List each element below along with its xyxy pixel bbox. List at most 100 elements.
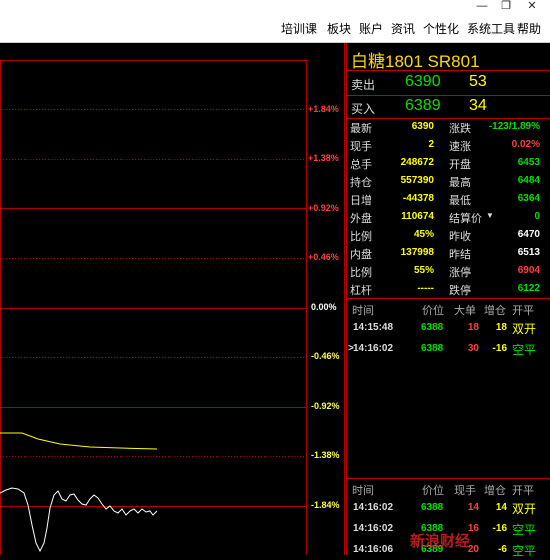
y-label-6: -0.46% bbox=[311, 351, 340, 361]
field-label: 最新 bbox=[350, 123, 372, 135]
cell-qty: 14 bbox=[467, 502, 479, 513]
cell-price: 6388 bbox=[421, 502, 444, 513]
menu-system-tools[interactable]: 系统工具 bbox=[467, 20, 515, 37]
y-label-7: -0.92% bbox=[311, 401, 340, 411]
field-value: 248672 bbox=[400, 157, 434, 168]
menu-account[interactable]: 账户 bbox=[359, 20, 383, 37]
y-label-zero: 0.00% bbox=[311, 302, 337, 312]
cell-qty: 18 bbox=[467, 322, 479, 333]
menu-news[interactable]: 资讯 bbox=[391, 20, 415, 37]
field-value: 6904 bbox=[517, 265, 540, 276]
field-value: 6470 bbox=[517, 229, 540, 240]
field-value: -44378 bbox=[402, 193, 434, 204]
field-label: 昨收 bbox=[449, 231, 471, 243]
cell-chg: 14 bbox=[495, 502, 507, 513]
column-header: 大单 bbox=[454, 305, 476, 317]
y-label-2: +1.38% bbox=[308, 153, 339, 163]
cell-time: 14:16:02 bbox=[353, 343, 394, 354]
column-header: 开平 bbox=[512, 305, 534, 317]
field-label: 跌停 bbox=[449, 285, 471, 297]
cell-qty: 30 bbox=[467, 343, 479, 354]
column-header: 现手 bbox=[454, 485, 476, 497]
contract-title: 白糖1801 SR801 bbox=[351, 52, 480, 71]
y-label-1: +1.84% bbox=[308, 104, 339, 114]
column-header: 开平 bbox=[512, 485, 534, 497]
field-value: 0 bbox=[534, 211, 540, 222]
y-label-4: +0.46% bbox=[308, 252, 339, 262]
field-label: 涨停 bbox=[449, 267, 471, 279]
cell-type: 空平 bbox=[512, 523, 537, 537]
cell-type: 空平 bbox=[512, 544, 537, 558]
cell-chg: 18 bbox=[495, 322, 507, 333]
field-label: 外盘 bbox=[350, 213, 372, 225]
divider bbox=[347, 118, 550, 119]
watermark-logo: 新浪财经 bbox=[410, 533, 471, 550]
field-label: 比例 bbox=[350, 267, 372, 279]
price-line bbox=[0, 487, 158, 553]
menu-help[interactable]: 帮助 bbox=[517, 20, 541, 37]
cell-chg: -16 bbox=[492, 343, 507, 354]
field-label: 开盘 bbox=[449, 159, 471, 171]
cell-time: 14:15:48 bbox=[353, 322, 394, 333]
field-value: ----- bbox=[417, 283, 434, 294]
field-value: -123/1.89% bbox=[488, 121, 540, 132]
field-value: 6364 bbox=[517, 193, 540, 204]
field-label: 比例 bbox=[350, 231, 372, 243]
divider bbox=[347, 95, 550, 96]
divider bbox=[347, 298, 550, 299]
field-value: 0.02% bbox=[511, 139, 540, 150]
field-label: 杠杆 bbox=[350, 285, 372, 297]
field-label: 现手 bbox=[350, 141, 372, 153]
cell-chg: -6 bbox=[498, 544, 507, 555]
field-value: 55% bbox=[413, 265, 434, 276]
cell-type: 双开 bbox=[512, 502, 537, 516]
field-value: 557390 bbox=[400, 175, 434, 186]
cell-type: 双开 bbox=[512, 322, 537, 336]
field-value: 2 bbox=[428, 139, 434, 150]
field-value: 6513 bbox=[517, 247, 540, 258]
menu-sectors[interactable]: 板块 bbox=[327, 20, 351, 37]
minimize-icon[interactable]: — bbox=[472, 0, 492, 14]
y-label-9: -1.84% bbox=[311, 500, 340, 510]
field-label: 持仓 bbox=[350, 177, 372, 189]
sell-volume: 53 bbox=[469, 73, 487, 90]
divider bbox=[347, 478, 550, 479]
field-value: 6122 bbox=[517, 283, 540, 294]
column-header: 增仓 bbox=[484, 485, 506, 497]
field-value: 110674 bbox=[401, 211, 434, 222]
field-label: 内盘 bbox=[350, 249, 372, 261]
quote-panel: 白糖1801 SR801 卖出 6390 53 买入 6389 34 最新 639… bbox=[346, 43, 550, 558]
buy-price[interactable]: 6389 bbox=[405, 97, 441, 115]
field-value: 137998 bbox=[400, 247, 434, 258]
y-label-8: -1.38% bbox=[311, 450, 340, 460]
cell-chg: -16 bbox=[492, 523, 507, 534]
column-header: 价位 bbox=[422, 485, 444, 497]
field-value: 45% bbox=[413, 229, 434, 240]
close-icon[interactable]: ✕ bbox=[522, 0, 542, 14]
cell-price: 6388 bbox=[421, 322, 444, 333]
restore-icon[interactable]: ❐ bbox=[496, 0, 516, 14]
field-label: 日增 bbox=[350, 195, 372, 207]
column-header: 价位 bbox=[422, 305, 444, 317]
field-label: 昨结 bbox=[449, 249, 471, 261]
column-header: 时间 bbox=[352, 485, 374, 497]
sell-price[interactable]: 6390 bbox=[405, 73, 441, 91]
field-label: 速涨 bbox=[449, 141, 471, 153]
column-header: 增仓 bbox=[484, 305, 506, 317]
menu-personalize[interactable]: 个性化 bbox=[423, 20, 459, 37]
divider bbox=[347, 70, 550, 71]
menu-training[interactable]: 培训课 bbox=[281, 20, 317, 37]
average-price-line bbox=[0, 432, 158, 450]
y-label-3: +0.92% bbox=[308, 203, 339, 213]
cell-time: 14:16:02 bbox=[353, 523, 394, 534]
field-label: 最高 bbox=[449, 177, 471, 189]
cell-type: 空平 bbox=[512, 343, 537, 357]
cell-price: 6388 bbox=[421, 343, 444, 354]
field-value: 6390 bbox=[411, 121, 434, 132]
field-label: 总手 bbox=[350, 159, 372, 171]
chevron-down-icon[interactable]: ▼ bbox=[486, 211, 494, 220]
sell-label: 卖出 bbox=[351, 78, 376, 92]
field-label: 结算价 bbox=[449, 213, 482, 225]
window-titlebar: — ❐ ✕ bbox=[0, 0, 550, 14]
intraday-chart[interactable]: +1.84% +1.38% +0.92% +0.46% 0.00% -0.46%… bbox=[0, 43, 345, 555]
